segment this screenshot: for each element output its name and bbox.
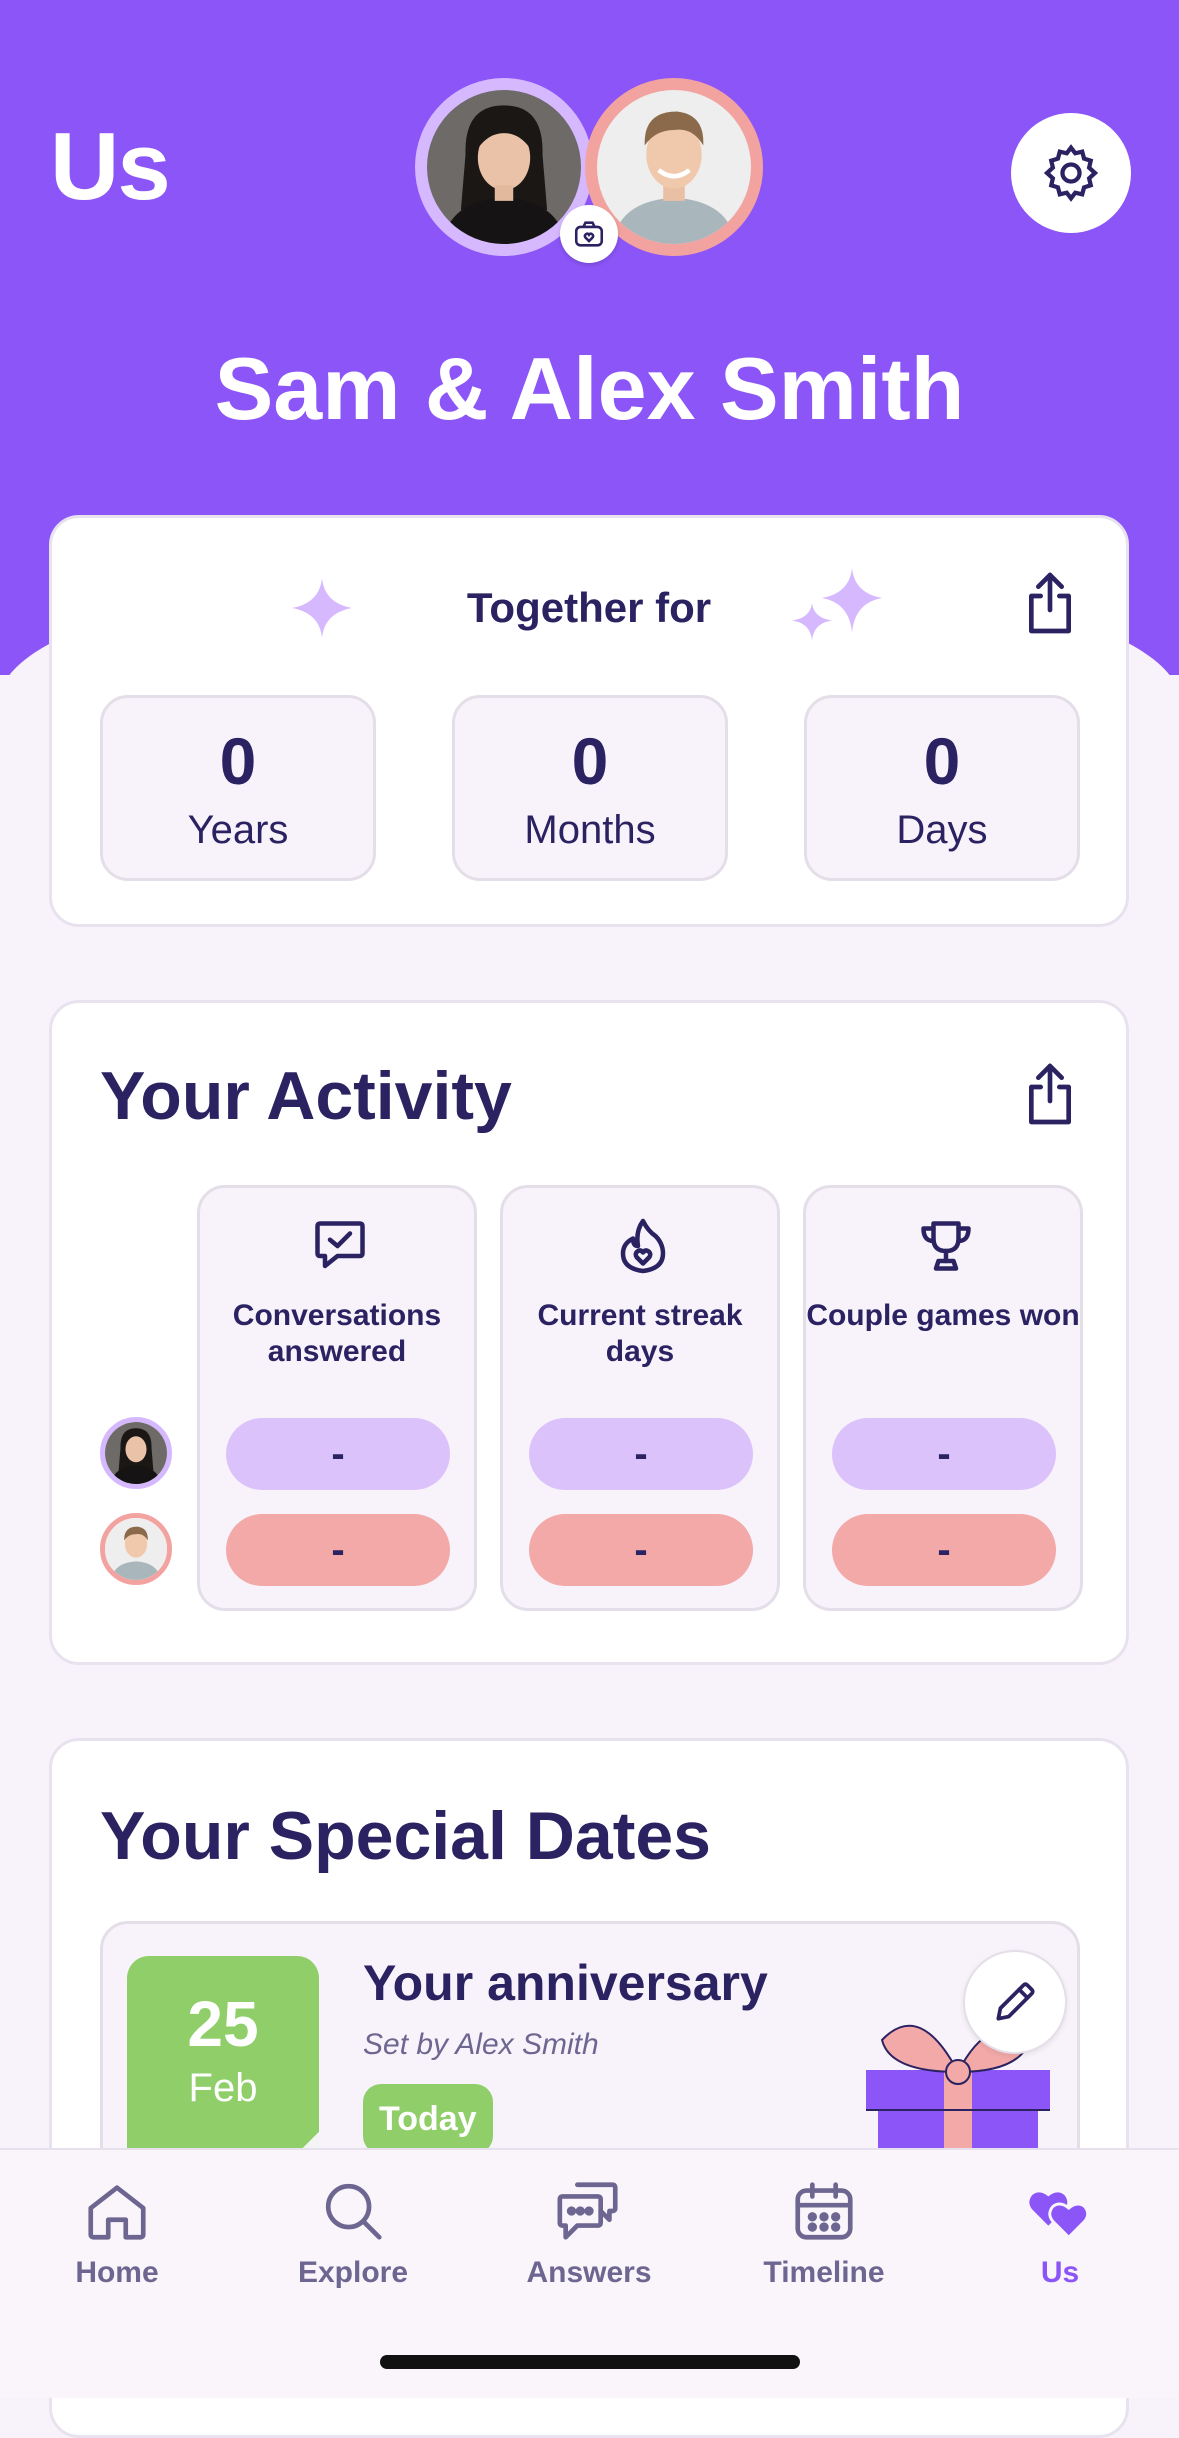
together-title: Together for <box>466 584 712 631</box>
calendar-icon <box>795 2182 853 2240</box>
partner2-mini-avatar <box>100 1513 172 1585</box>
together-card: Together for 0 Years 0 Months 0 Days <box>49 515 1129 927</box>
photo-icon[interactable] <box>560 205 618 263</box>
stat-label: Days <box>896 808 988 852</box>
couple-name: Sam & Alex Smith <box>214 339 965 438</box>
stat-value: 0 <box>219 724 257 798</box>
tab-label: Answers <box>526 2256 652 2289</box>
partner1-value: - <box>226 1418 450 1490</box>
tab-label: Explore <box>297 2256 409 2289</box>
home-icon <box>88 2185 146 2240</box>
stat-value: 0 <box>923 724 961 798</box>
streak-days-column: Current streak days - - <box>500 1185 780 1611</box>
search-icon <box>325 2183 382 2240</box>
chat-check-icon <box>315 1221 365 1269</box>
home-indicator <box>380 2355 800 2369</box>
date-month: Feb <box>188 2066 258 2110</box>
activity-label: Conversations answered <box>232 1299 442 1368</box>
settings-button[interactable] <box>1011 113 1131 233</box>
partner1-mini-avatar <box>100 1417 172 1489</box>
months-stat: 0 Months <box>452 695 728 881</box>
partner1-value: - <box>529 1418 753 1490</box>
page-title: Us <box>50 113 171 220</box>
edit-date-button[interactable] <box>963 1950 1067 2054</box>
partner2-value: - <box>529 1514 753 1586</box>
tab-label: Home <box>75 2256 159 2289</box>
activity-label: Couple games won <box>806 1299 1080 1332</box>
activity-card: Your Activity Conversations answered - - <box>49 1000 1129 1665</box>
stat-label: Months <box>524 808 656 852</box>
conversations-answered-column: Conversations answered - - <box>197 1185 477 1611</box>
partner1-value: - <box>832 1418 1056 1490</box>
stat-value: 0 <box>571 724 609 798</box>
today-badge: Today <box>363 2084 493 2154</box>
hearts-icon <box>1029 2192 1090 2240</box>
tab-answers[interactable]: Answers <box>489 2176 689 2290</box>
tab-label: Us <box>1040 2256 1080 2289</box>
share-icon[interactable] <box>1022 570 1078 636</box>
date-subtitle: Set by Alex Smith <box>363 2028 599 2061</box>
gear-icon <box>1043 144 1099 202</box>
date-day: 25 <box>187 1988 259 2060</box>
pencil-icon <box>996 1982 1035 2021</box>
flame-heart-icon <box>620 1218 666 1274</box>
couple-games-won-column: Couple games won - - <box>803 1185 1083 1611</box>
trophy-icon <box>921 1221 971 1271</box>
date-tile: 25 Feb <box>127 1956 319 2176</box>
partner2-value: - <box>832 1514 1056 1586</box>
date-title: Your anniversary <box>363 1955 768 2011</box>
activity-title: Your Activity <box>100 1058 512 1134</box>
years-stat: 0 Years <box>100 695 376 881</box>
partner2-value: - <box>226 1514 450 1586</box>
tab-explore[interactable]: Explore <box>253 2176 453 2290</box>
activity-label: Current streak days <box>537 1299 743 1368</box>
share-icon[interactable] <box>1022 1061 1078 1127</box>
sparkle-icon <box>792 568 882 641</box>
tab-home[interactable]: Home <box>17 2176 217 2290</box>
tab-us[interactable]: Us <box>960 2176 1160 2290</box>
stat-label: Years <box>187 808 289 852</box>
special-dates-title: Your Special Dates <box>100 1798 711 1874</box>
tab-timeline[interactable]: Timeline <box>724 2176 924 2290</box>
chat-bubbles-icon <box>557 2182 618 2240</box>
days-stat: 0 Days <box>804 695 1080 881</box>
tab-label: Timeline <box>763 2256 885 2289</box>
